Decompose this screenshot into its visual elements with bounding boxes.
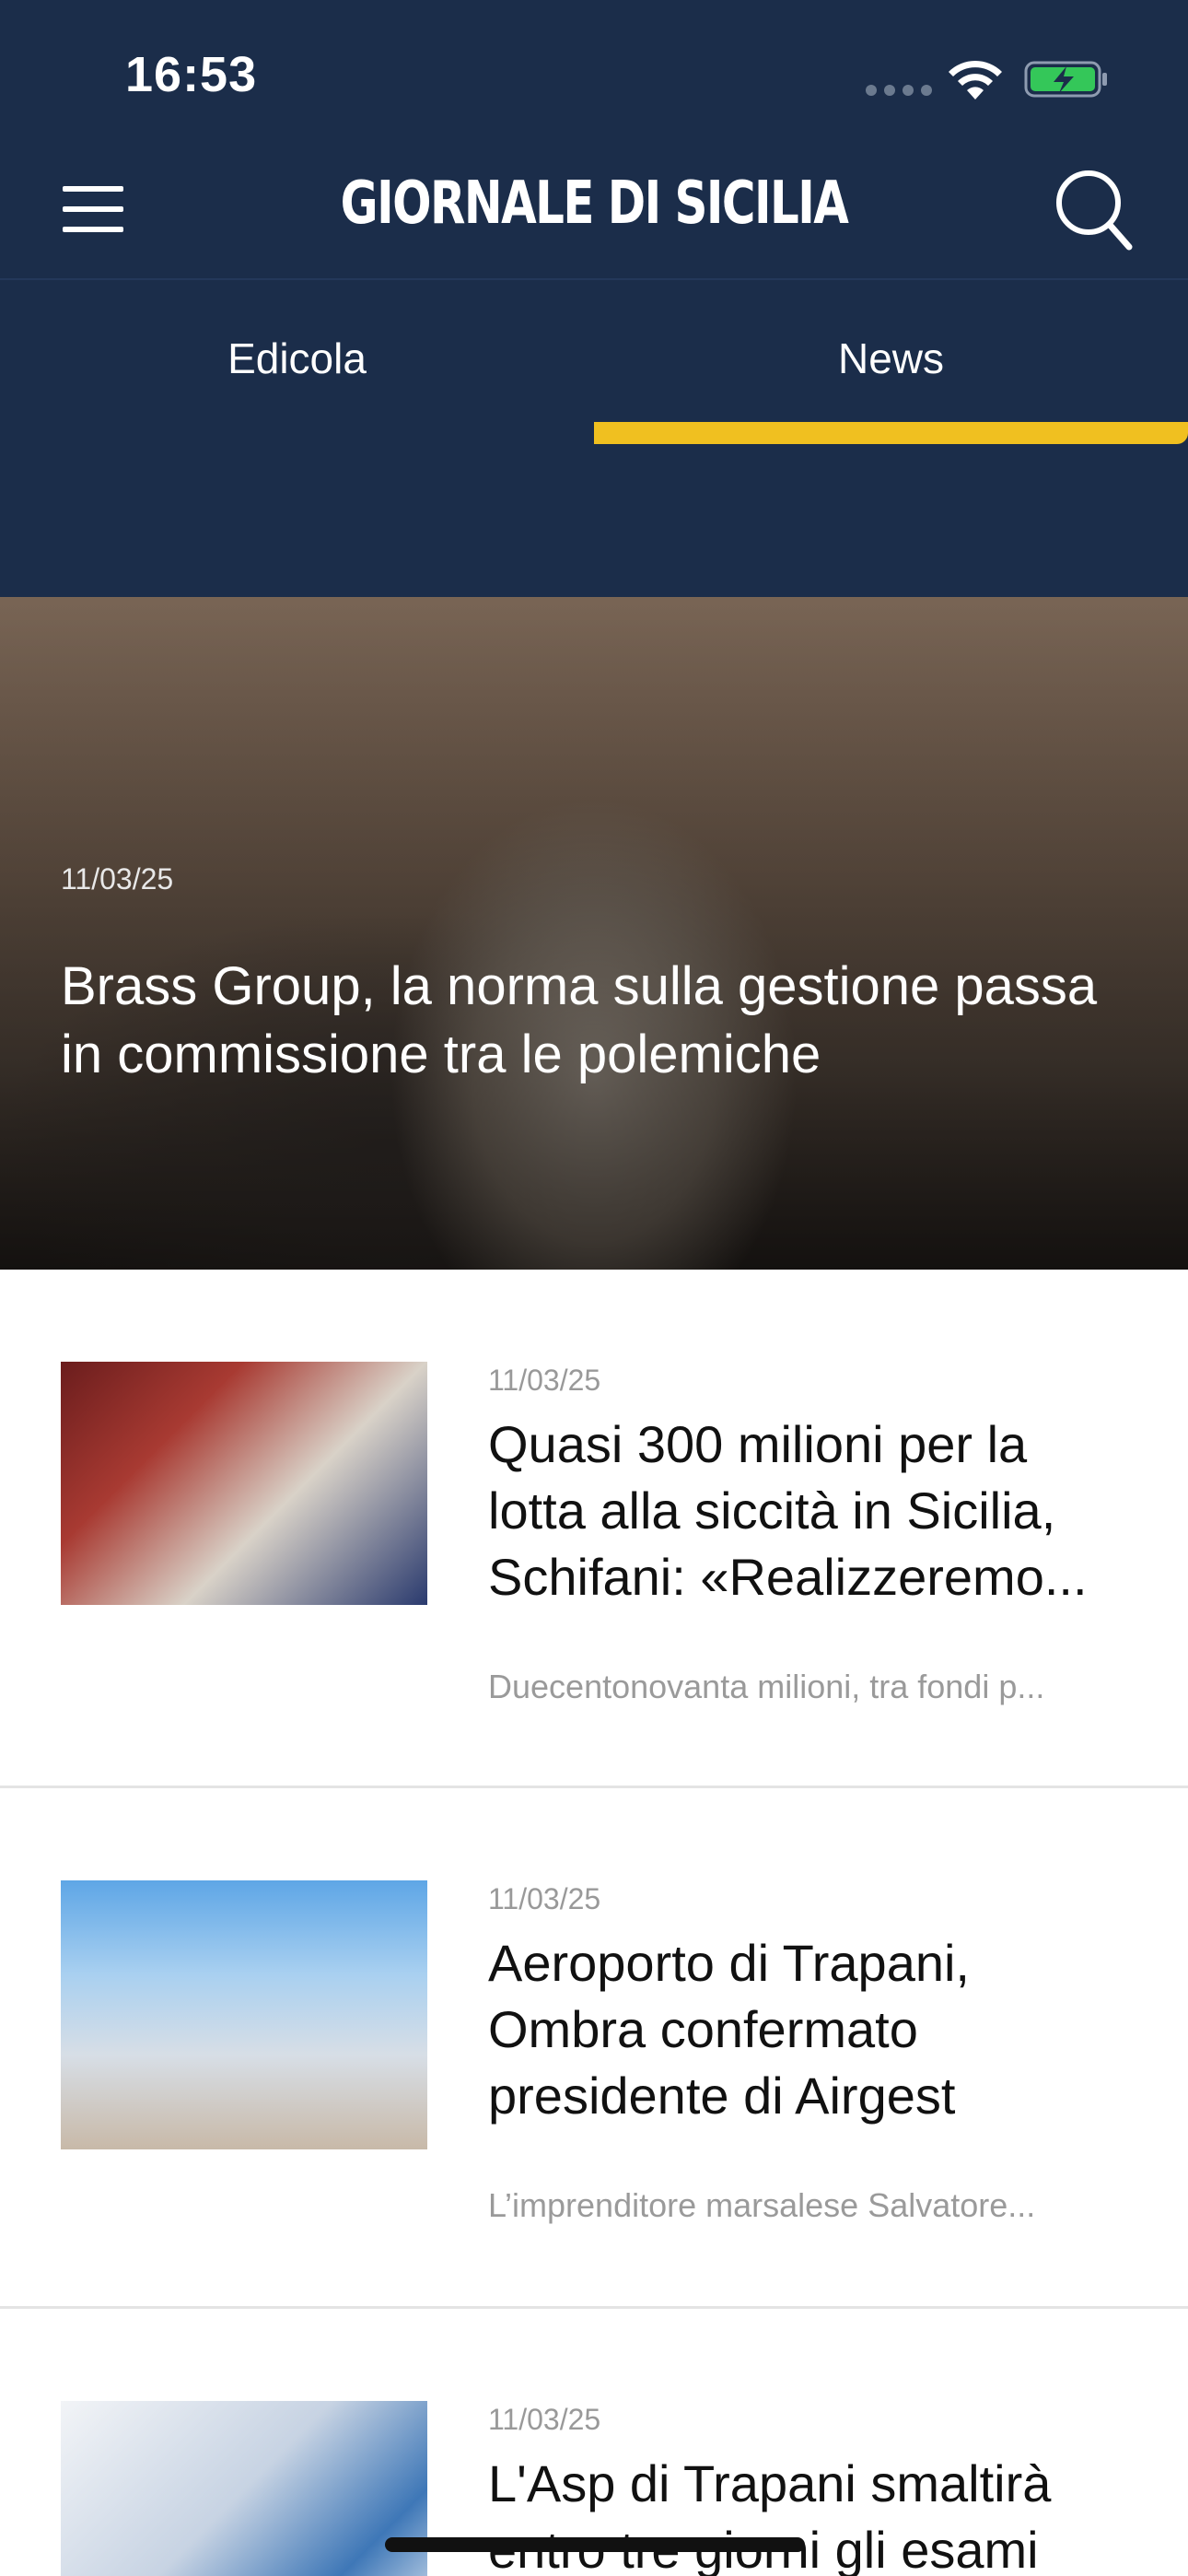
tab-edicola[interactable]: Edicola bbox=[0, 334, 594, 383]
cellular-signal-icon bbox=[866, 85, 932, 96]
wifi-icon bbox=[949, 60, 1002, 100]
article-date: 11/03/25 bbox=[488, 1364, 601, 1397]
home-indicator[interactable] bbox=[385, 2537, 805, 2552]
battery-charging-icon bbox=[1024, 61, 1107, 98]
hero-title: Brass Group, la norma sulla gestione pas… bbox=[61, 956, 1098, 1084]
brand-logo: GIORNALE DI SICILIA bbox=[340, 170, 849, 238]
status-time: 16:53 bbox=[125, 47, 258, 102]
article-date: 11/03/25 bbox=[488, 2403, 601, 2436]
article-card[interactable]: 11/03/25 Aeroporto di Trapani, Ombra con… bbox=[0, 1788, 1188, 2307]
hero-article[interactable]: 11/03/25 Brass Group, la norma sulla ges… bbox=[0, 597, 1188, 1270]
article-thumbnail bbox=[61, 2401, 427, 2576]
article-title: Quasi 300 milioni per la lotta alla sicc… bbox=[488, 1415, 1088, 1606]
article-date: 11/03/25 bbox=[488, 1882, 601, 1915]
app-header: 16:53 GIORNALE DI SICILIA Edicola News bbox=[0, 0, 1188, 597]
active-tab-indicator bbox=[594, 422, 1188, 444]
hero-image bbox=[0, 597, 1188, 1270]
search-icon[interactable] bbox=[1054, 168, 1133, 251]
article-summary: Duecentonovanta milioni, tra fondi p... bbox=[488, 1668, 1045, 1705]
hero-date: 11/03/25 bbox=[61, 862, 174, 896]
article-card[interactable]: 11/03/25 Quasi 300 milioni per la lotta … bbox=[0, 1270, 1188, 1786]
article-thumbnail bbox=[61, 1880, 427, 2149]
article-summary: L’imprenditore marsalese Salvatore... bbox=[488, 2186, 1036, 2224]
tab-news[interactable]: News bbox=[594, 334, 1188, 383]
article-title: Aeroporto di Trapani, Ombra confermato p… bbox=[488, 1934, 970, 2125]
article-card[interactable]: 11/03/25 L'Asp di Trapani smaltirà entro… bbox=[0, 2309, 1188, 2576]
article-thumbnail bbox=[61, 1362, 427, 1605]
article-title: L'Asp di Trapani smaltirà entro tre gior… bbox=[488, 2454, 1052, 2576]
menu-icon[interactable] bbox=[63, 186, 123, 232]
header-divider bbox=[0, 278, 1188, 280]
